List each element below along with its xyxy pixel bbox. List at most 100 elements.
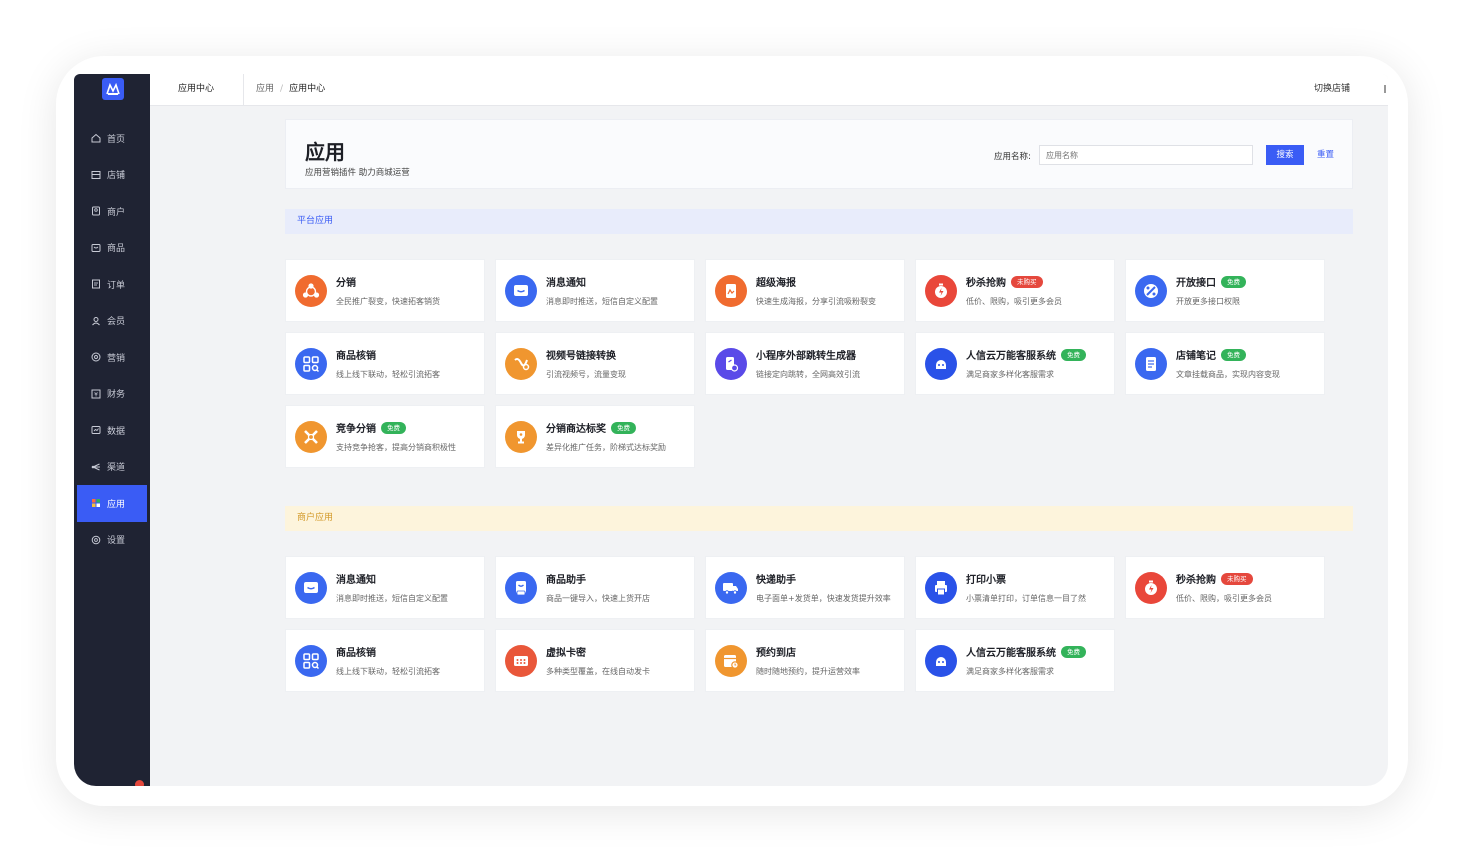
free-badge: 免费 <box>1221 275 1246 288</box>
sidebar-item-goods[interactable]: 商品 <box>74 230 150 267</box>
sidebar-item-merchant[interactable]: 商户 <box>74 193 150 230</box>
search-button[interactable]: 搜索 <box>1266 145 1304 165</box>
app-card[interactable]: 店铺笔记 免费 文章挂载商品，实现内容变现 <box>1125 332 1325 395</box>
section-merchant-apps: 商户应用 <box>285 506 1353 531</box>
not-purchased-badge: 未购买 <box>1011 275 1043 288</box>
app-name-text: 预约到店 <box>756 648 796 659</box>
app-name-text: 人信云万能客服系统 <box>966 351 1056 362</box>
sidebar-item-settings[interactable]: 设置 <box>74 522 150 559</box>
app-card[interactable]: 小程序外部跳转生成器 链接定向跳转，全网高效引流 <box>705 332 905 395</box>
app-name: 人信云万能客服系统 免费 <box>966 347 1086 362</box>
sidebar-item-store[interactable]: 店铺 <box>74 157 150 194</box>
flash-sale-icon <box>1135 572 1167 604</box>
app-description: 差异化推广任务，阶梯式达标奖励 <box>546 443 666 452</box>
qr-verify-icon <box>295 348 327 380</box>
app-description: 引流视频号，流量变现 <box>546 370 626 379</box>
app-card[interactable]: 预约到店随时随地预约，提升运营效率 <box>705 629 905 692</box>
app-name: 预约到店 <box>756 644 796 659</box>
app-card[interactable]: 人信云万能客服系统 免费 满足商家多样化客服需求 <box>915 629 1115 692</box>
app-card[interactable]: 超级海报 快速生成海报，分享引流吸粉裂变 <box>705 259 905 322</box>
app-card[interactable]: 商品核销线上线下联动，轻松引流拓客 <box>285 332 485 395</box>
app-card[interactable]: 消息通知 消息即时推送，短信自定义配置 <box>285 556 485 619</box>
app-name: 打印小票 <box>966 571 1006 586</box>
brand-logo[interactable] <box>102 78 124 100</box>
sidebar-item-channel[interactable]: 渠道 <box>74 449 150 486</box>
app-card[interactable]: 快递助手 电子面单+发货单，快速发货提升效率 <box>705 556 905 619</box>
app-card[interactable]: 秒杀抢购 未购买低价、限购，吸引更多会员 <box>1125 556 1325 619</box>
app-description: 链接定向跳转，全网高效引流 <box>756 370 860 379</box>
app-description: 电子面单+发货单，快速发货提升效率 <box>756 594 891 603</box>
app-name-text: 竞争分销 <box>336 424 376 435</box>
app-name: 开放接口 免费 <box>1176 274 1246 289</box>
app-description: 低价、限购，吸引更多会员 <box>1176 594 1272 603</box>
message-icon <box>295 572 327 604</box>
app-description: 全民推广裂变，快速拓客销货 <box>336 297 440 306</box>
sidebar-item-member[interactable]: 会员 <box>74 303 150 340</box>
sidebar-item-label: 营销 <box>107 353 126 364</box>
sidebar-item-data[interactable]: 数据 <box>74 412 150 449</box>
app-card[interactable]: 秒杀抢购 未购买 低价、限购，吸引更多会员 <box>915 259 1115 322</box>
app-name-text: 分销商达标奖 <box>546 424 606 435</box>
app-description: 小票清单打印，订单信息一目了然 <box>966 594 1086 603</box>
mini-program-jump-icon <box>715 348 747 380</box>
app-description: 支持竞争抢客，提高分销商积极性 <box>336 443 456 452</box>
switch-store-button[interactable]: 切换店铺 <box>1314 74 1350 106</box>
app-card[interactable]: 商品核销 线上线下联动，轻松引流拓客 <box>285 629 485 692</box>
app-description: 线上线下联动，轻松引流拓客 <box>336 370 440 379</box>
app-card[interactable]: 分销 全民推广裂变，快速拓客销货 <box>285 259 485 322</box>
sidebar-item-finance[interactable]: ¥ 财务 <box>74 376 150 413</box>
app-description: 消息即时推送，短信自定义配置 <box>546 297 658 306</box>
app-name: 商品助手 <box>546 571 586 586</box>
app-name-text: 秒杀抢购 <box>1176 575 1216 586</box>
app-name: 视频号链接转换 <box>546 347 616 362</box>
poster-icon <box>715 275 747 307</box>
page-title: 应用中心 <box>178 84 215 94</box>
app-name: 商品核销 <box>336 644 376 659</box>
apps-title: 应用 <box>305 140 345 164</box>
app-card[interactable]: 消息通知 消息即时推送，短信自定义配置 <box>495 259 695 322</box>
app-description: 商品一键导入，快速上货开店 <box>546 594 650 603</box>
app-description: 多种类型覆盖，在线自动发卡 <box>546 667 650 676</box>
app-name-text: 开放接口 <box>1176 278 1216 289</box>
app-card[interactable]: 竞争分销 免费支持竞争抢客，提高分销商积极性 <box>285 405 485 468</box>
app-name-text: 店铺笔记 <box>1176 351 1216 362</box>
customer-service-icon <box>925 645 957 677</box>
app-description: 开放更多接口权限 <box>1176 297 1240 306</box>
sidebar-item-apps[interactable]: 应用 <box>77 485 147 522</box>
free-badge: 免费 <box>1061 645 1086 658</box>
apps-icon <box>90 497 102 509</box>
svg-text:¥: ¥ <box>94 391 98 398</box>
store-icon <box>90 169 102 181</box>
not-purchased-badge: 未购买 <box>1221 572 1253 585</box>
video-link-icon <box>505 348 537 380</box>
app-name: 秒杀抢购 未购买 <box>1176 571 1253 586</box>
sidebar-item-label: 财务 <box>107 390 126 401</box>
breadcrumb-item-apps[interactable]: 应用 <box>256 84 274 94</box>
app-card[interactable]: 打印小票小票清单打印，订单信息一目了然 <box>915 556 1115 619</box>
app-card[interactable]: 视频号链接转换引流视频号，流量变现 <box>495 332 695 395</box>
app-name-text: 消息通知 <box>336 575 376 586</box>
app-name: 商品核销 <box>336 347 376 362</box>
app-card[interactable]: 虚拟卡密 多种类型覆盖，在线自动发卡 <box>495 629 695 692</box>
sidebar-item-marketing[interactable]: 营销 <box>74 339 150 376</box>
reset-button[interactable]: 重置 <box>1317 145 1334 165</box>
free-badge: 免费 <box>381 421 406 434</box>
booking-calendar-icon <box>715 645 747 677</box>
app-name: 店铺笔记 免费 <box>1176 347 1246 362</box>
search-label: 应用名称: <box>994 152 1031 162</box>
sidebar-item-order[interactable]: 订单 <box>74 266 150 303</box>
app-card[interactable]: 人信云万能客服系统 免费 满足商家多样化客服需求 <box>915 332 1115 395</box>
goods-helper-icon <box>505 572 537 604</box>
app-description: 随时随地预约，提升运营效率 <box>756 667 860 676</box>
finance-icon: ¥ <box>90 388 102 400</box>
message-icon <box>505 275 537 307</box>
app-card[interactable]: 商品助手商品一键导入，快速上货开店 <box>495 556 695 619</box>
user-menu-edge[interactable] <box>1384 85 1386 93</box>
app-name-text: 商品核销 <box>336 648 376 659</box>
app-name-search-input[interactable] <box>1039 145 1253 165</box>
sidebar-item-home[interactable]: 首页 <box>74 120 150 157</box>
notification-dot[interactable] <box>135 780 144 786</box>
app-card[interactable]: 分销商达标奖 免费 差异化推广任务，阶梯式达标奖励 <box>495 405 695 468</box>
trophy-icon <box>505 421 537 453</box>
app-card[interactable]: 开放接口 免费开放更多接口权限 <box>1125 259 1325 322</box>
